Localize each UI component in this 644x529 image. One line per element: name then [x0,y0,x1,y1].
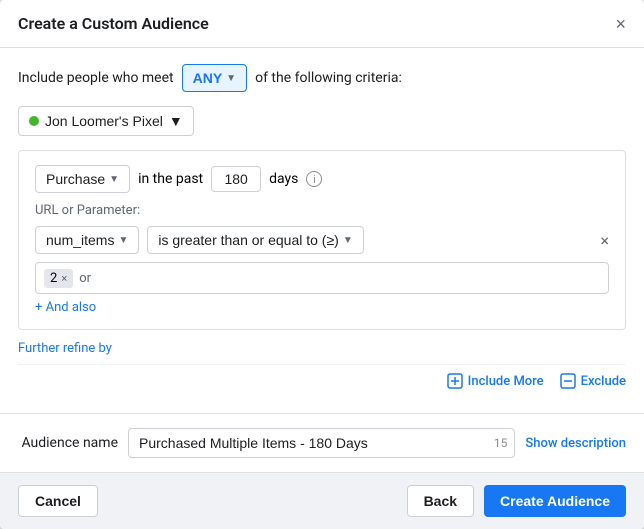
event-type-dropdown[interactable]: Purchase ▼ [35,165,130,193]
exclude-icon [560,373,576,389]
create-custom-audience-modal: Create a Custom Audience × Include peopl… [0,0,644,529]
days-input[interactable] [211,166,261,192]
pixel-button[interactable]: Jon Loomer's Pixel ▼ [18,106,194,136]
pixel-status-icon [29,116,39,126]
condition-label: is greater than or equal to (≥) [158,232,338,248]
value-tag-text: 2 [50,271,57,286]
exclude-button[interactable]: Exclude [560,373,626,389]
param-name-caret-icon: ▼ [118,235,128,246]
further-refine-row: Further refine by [18,340,626,356]
any-dropdown[interactable]: ANY ▼ [182,64,247,92]
or-label: or [79,271,91,286]
value-tag: 2 × [44,269,73,288]
any-label: ANY [193,70,223,86]
modal-body: Include people who meet ANY ▼ of the fol… [0,48,644,413]
show-description-link[interactable]: Show description [525,436,626,451]
back-button[interactable]: Back [407,485,474,517]
modal-title: Create a Custom Audience [18,14,209,33]
param-row: num_items ▼ is greater than or equal to … [35,226,609,254]
include-more-button[interactable]: Include More [447,373,544,389]
url-param-label: URL or Parameter: [35,203,609,218]
condition-caret-icon: ▼ [343,235,353,246]
value-tag-remove-icon[interactable]: × [61,272,67,285]
param-close-icon[interactable]: × [600,231,609,250]
event-type-caret-icon: ▼ [109,174,119,185]
create-audience-button[interactable]: Create Audience [484,485,626,517]
info-icon[interactable]: i [306,171,322,187]
include-label: Include people who meet [18,70,174,86]
include-more-icon [447,373,463,389]
further-refine-link[interactable]: Further refine by [18,341,112,356]
audience-name-input[interactable] [128,428,515,458]
footer-right: Back Create Audience [407,485,626,517]
param-name-label: num_items [46,232,114,248]
include-exclude-row: Include More Exclude [18,364,626,397]
pixel-row: Jon Loomer's Pixel ▼ [18,106,626,136]
event-type-label: Purchase [46,171,105,187]
pixel-name: Jon Loomer's Pixel [45,113,163,129]
in-the-past-label: in the past [138,171,203,187]
modal-header: Create a Custom Audience × [0,0,644,48]
days-label: days [269,171,298,187]
criteria-row: Include people who meet ANY ▼ of the fol… [18,64,626,92]
param-name-dropdown[interactable]: num_items ▼ [35,226,139,254]
exclude-label: Exclude [581,374,626,389]
audience-name-row: Audience name 15 Show description [0,413,644,472]
event-row: Purchase ▼ in the past days i [35,165,609,193]
audience-name-input-wrap: 15 [128,428,515,458]
modal-footer: Cancel Back Create Audience [0,472,644,529]
any-caret-icon: ▼ [226,73,236,84]
inner-card: Purchase ▼ in the past days i URL or Par… [18,150,626,330]
following-label: of the following criteria: [255,70,402,86]
condition-dropdown[interactable]: is greater than or equal to (≥) ▼ [147,226,363,254]
audience-name-label: Audience name [18,435,118,451]
and-also-link[interactable]: + And also [35,300,96,315]
pixel-caret-icon: ▼ [169,113,183,129]
char-count: 15 [494,436,508,450]
include-more-label: Include More [468,374,544,389]
close-button[interactable]: × [615,15,626,33]
cancel-button[interactable]: Cancel [18,485,98,517]
value-row[interactable]: 2 × or [35,262,609,294]
